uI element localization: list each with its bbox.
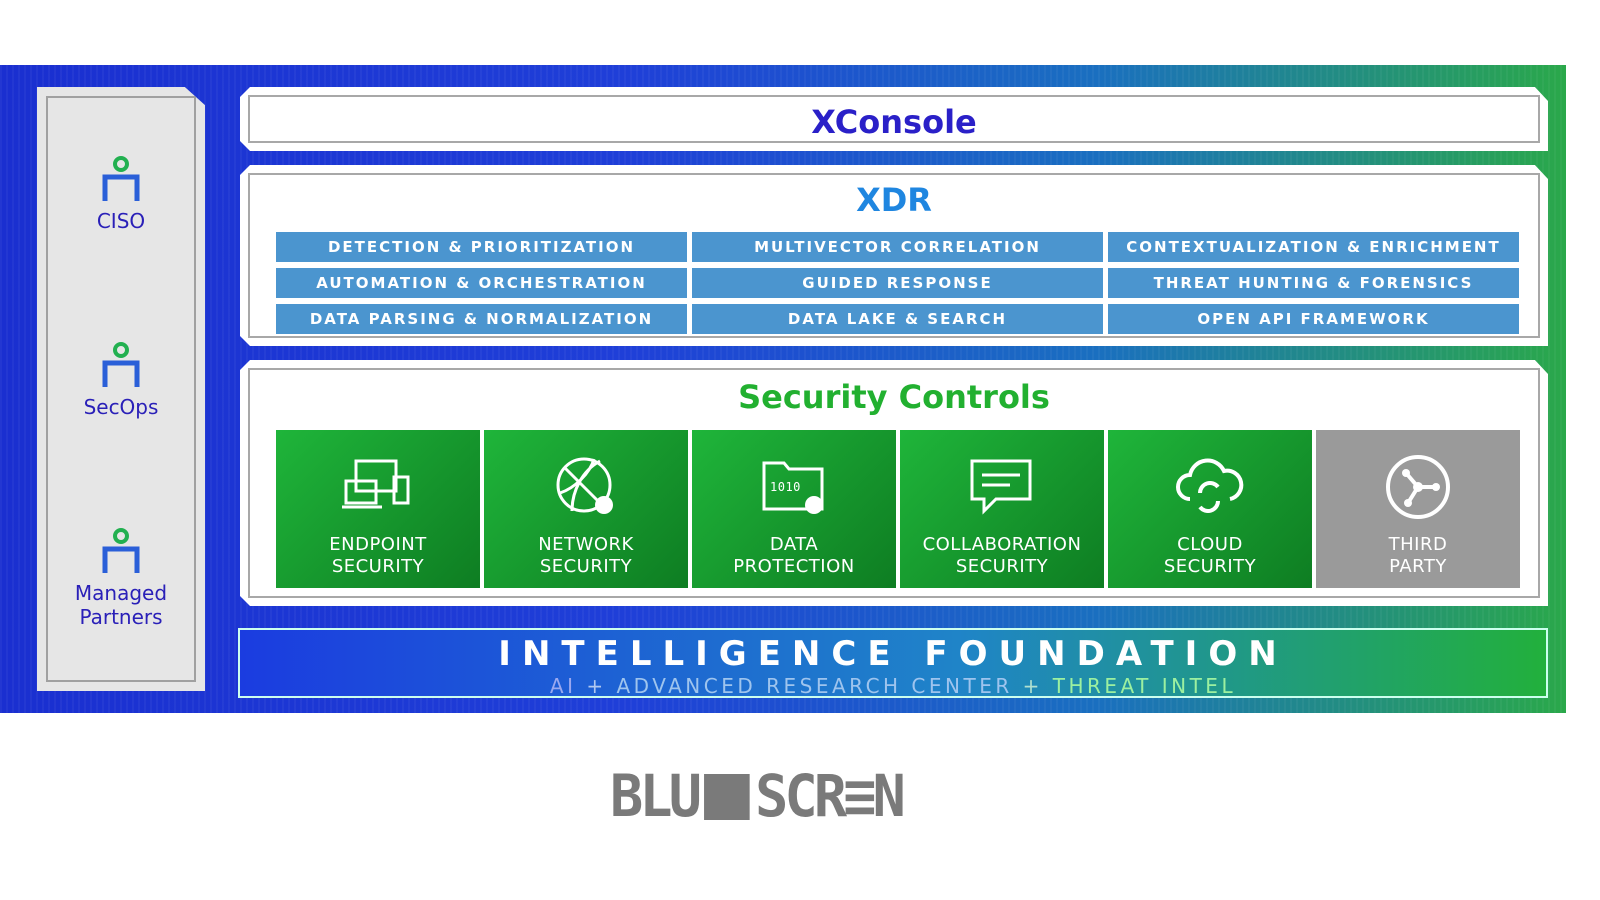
xdr-capability: THREAT HUNTING & FORENSICS [1108,268,1519,298]
network-globe-lock-icon [550,450,622,520]
tile-label-line1: CLOUD [1177,534,1243,555]
persona-managed-partners: Managed Partners [37,527,205,629]
person-icon [102,156,140,201]
xdr-capability: DETECTION & PRIORITIZATION [276,232,687,262]
xconsole-title: XConsole [811,103,977,141]
person-icon [102,528,140,573]
data-folder-lock-icon: 1010 [758,450,830,520]
xdr-capability: CONTEXTUALIZATION & ENRICHMENT [1108,232,1519,262]
xdr-capability: AUTOMATION & ORCHESTRATION [276,268,687,298]
tile-label-line1: COLLABORATION [922,534,1082,555]
tile-label-line1: ENDPOINT [329,534,427,555]
tile-label-line2: SECURITY [539,556,633,577]
security-control-tile: NETWORK SECURITY [484,430,688,588]
security-control-tile: CLOUD SECURITY [1108,430,1312,588]
tile-label-line1: THIRD [1388,534,1448,555]
intelligence-foundation: INTELLIGENCE FOUNDATION AI + ADVANCED RE… [238,628,1548,698]
cloud-sync-icon [1174,450,1246,520]
svg-text:1010: 1010 [770,480,801,494]
xdr-capability: GUIDED RESPONSE [692,268,1103,298]
tile-label-line2: PROTECTION [733,556,855,577]
tile-label-line1: DATA [769,534,819,555]
xdr-capability: DATA LAKE & SEARCH [692,304,1103,334]
xdr-capability: OPEN API FRAMEWORK [1108,304,1519,334]
third-party-hub-icon [1382,450,1454,520]
tile-label-line2: SECURITY [1163,556,1257,577]
security-controls-box: Security Controls ENDPOINT SECURITY NETWOR… [240,360,1548,606]
foundation-title: INTELLIGENCE FOUNDATION [498,634,1288,674]
persona-ciso: CISO [37,155,205,233]
security-control-tile: 1010 DATA PROTECTION [692,430,896,588]
person-icon [102,342,140,387]
xconsole-box: XConsole [240,87,1548,151]
xdr-box: XDR DETECTION & PRIORITIZATION MULTIVECTO… [240,165,1548,346]
chat-message-icon [966,450,1038,520]
xdr-capability: MULTIVECTOR CORRELATION [692,232,1103,262]
security-control-tile: ENDPOINT SECURITY [276,430,480,588]
tile-label-line2: SECURITY [955,556,1049,577]
xdr-capability: DATA PARSING & NORMALIZATION [276,304,687,334]
persona-secops: SecOps [37,341,205,419]
xdr-title: XDR [856,181,932,219]
personas-panel: CISO SecOps Managed Partners [37,87,205,691]
tile-label-line1: NETWORK [538,534,634,555]
endpoint-devices-icon [342,450,414,520]
security-controls-title: Security Controls [738,378,1050,416]
foundation-subtitle: AI + ADVANCED RESEARCH CENTER + THREAT I… [549,674,1237,698]
bluescreen-logo: BLU SCR≡N [610,762,906,830]
tile-label-line2: PARTY [1389,556,1447,577]
tile-label-line2: SECURITY [331,556,425,577]
security-control-tile: COLLABORATION SECURITY [900,430,1104,588]
security-control-tile: THIRD PARTY [1316,430,1520,588]
